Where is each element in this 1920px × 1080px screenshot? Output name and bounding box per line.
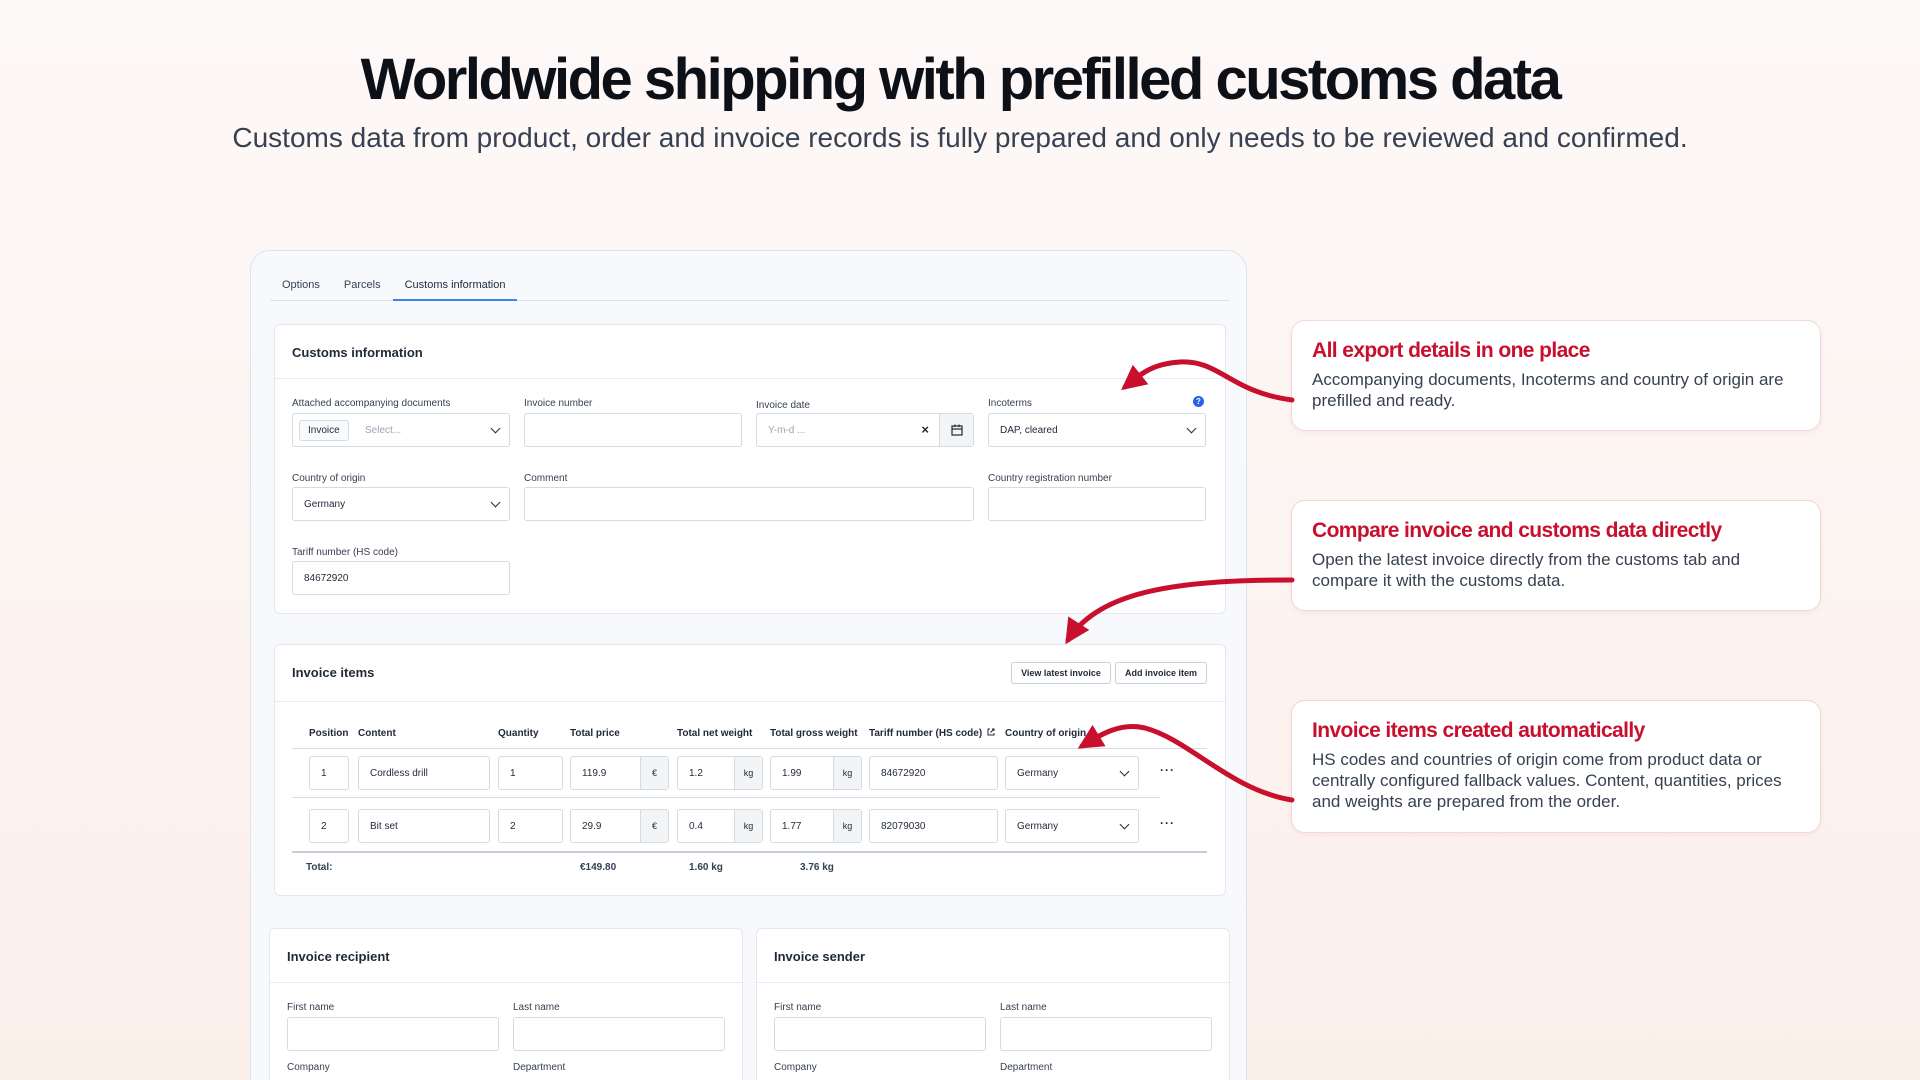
arrow-export-details [1121,359,1295,403]
arrow-invoice-items [1077,724,1295,803]
arrow-compare-invoice [1065,577,1295,645]
callout-arrows [1065,359,1295,803]
